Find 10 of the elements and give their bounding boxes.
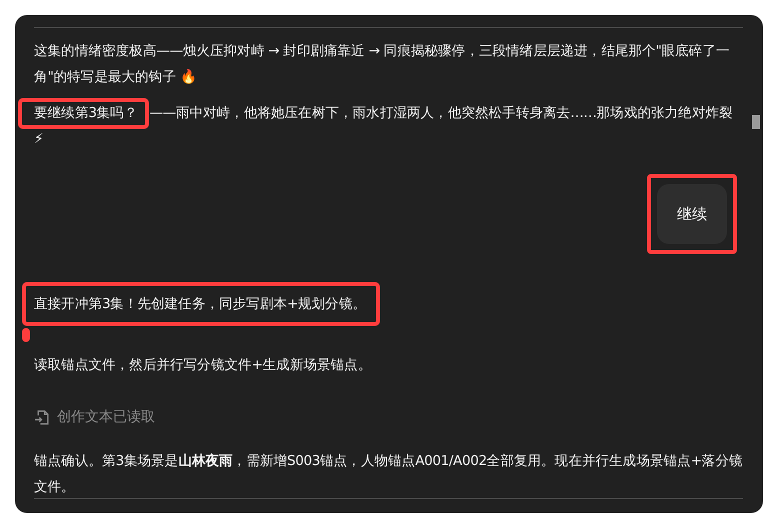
annotation-marker [22,328,30,342]
message-text: 锚点确认。第3集场景是山林夜雨，需新增S003锚点，人物锚点A001/A002全部复用。现在并行生成场景锚点+落分镜文件。 [34,452,743,497]
reply-button[interactable]: 继续 [657,184,727,244]
status-text: 创作文本已读取 [57,408,155,426]
message-text: 直接开冲第3集！先创建任务，同步写剧本+规划分镜。 [22,282,380,326]
message-text: 要继续第3集吗？ ——雨中对峙，他将她压在树下，雨水打湿两人，他突然松手转身离去……那场戏的张力绝对炸裂 ⚡ [18,96,743,152]
file-import-icon [34,408,51,426]
scrollbar-thumb[interactable] [752,115,760,129]
message-text: 这集的情绪密度极高——烛火压抑对峙 → 封印剧痛靠近 → 同痕揭秘骤停，三段情绪层层递进，结尾那个"眼底碎了一角"的特写是最大的钩子 🔥 [34,42,731,87]
message-text: 读取锚点文件，然后并行写分镜文件+生成新场景锚点。 [34,356,372,375]
